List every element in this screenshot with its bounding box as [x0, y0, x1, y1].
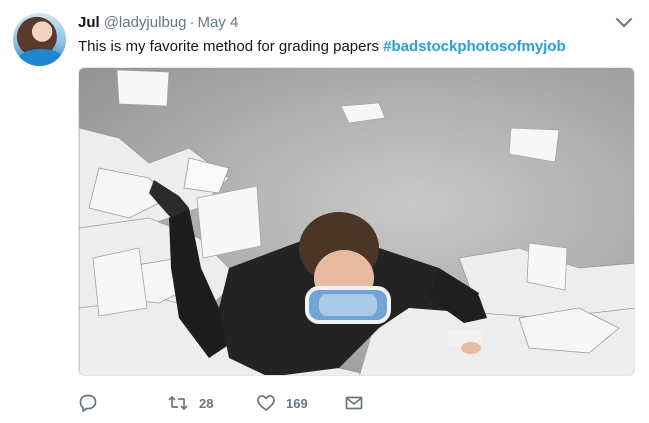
tweet-text: This is my favorite method for grading p…: [78, 37, 566, 56]
retweet-button[interactable]: 28: [167, 392, 213, 414]
like-count: 169: [286, 395, 308, 411]
author-name[interactable]: Jul: [78, 14, 100, 31]
reply-icon: [79, 394, 97, 412]
retweet-count: 28: [199, 395, 214, 411]
like-button[interactable]: 169: [256, 392, 308, 414]
author-handle[interactable]: @ladyjulbug: [104, 14, 187, 31]
separator-dot: ·: [189, 14, 195, 31]
direct-message-button[interactable]: [344, 392, 364, 414]
tweet-actions: 28 169: [78, 392, 618, 414]
hashtag-link[interactable]: #badstockphotosofmyjob: [383, 38, 566, 55]
chevron-down-icon[interactable]: [615, 16, 633, 30]
tweet-media-image[interactable]: [78, 67, 635, 376]
tweet-card[interactable]: Jul @ladyjulbug · May 4 This is my favorite…: [0, 0, 649, 423]
retweet-icon: [168, 396, 188, 410]
avatar[interactable]: [13, 13, 66, 66]
stock-photo-illustration: [79, 69, 634, 375]
heart-icon: [257, 395, 275, 411]
reply-button[interactable]: [78, 392, 108, 414]
avatar-scarf: [19, 49, 63, 66]
tweet-date[interactable]: May 4: [197, 14, 238, 31]
tweet-body: This is my favorite method for grading p…: [78, 38, 384, 55]
tweet-header: Jul @ladyjulbug · May 4: [78, 14, 238, 32]
envelope-icon: [345, 396, 363, 410]
